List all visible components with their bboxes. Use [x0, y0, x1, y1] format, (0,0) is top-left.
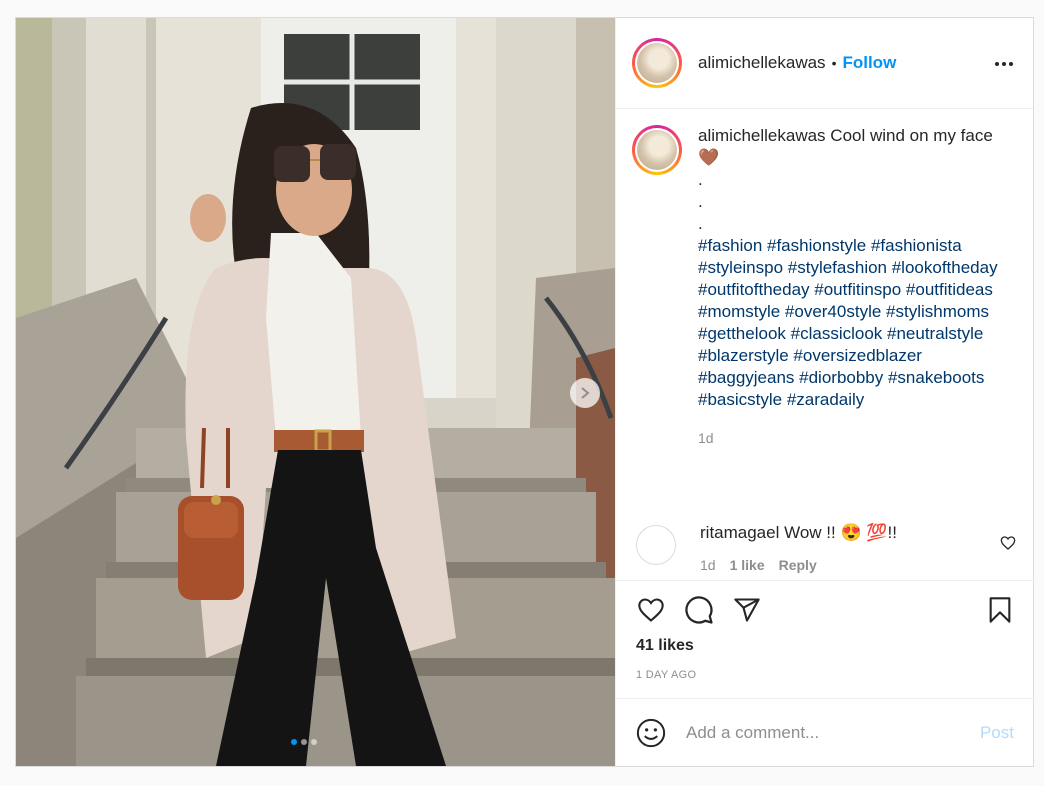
- like-button[interactable]: [636, 596, 666, 624]
- caption: alimichellekawas Cool wind on my face🤎 .…: [632, 125, 1017, 449]
- comment-time[interactable]: 1d: [700, 557, 716, 573]
- action-bar: 41 likes 1 DAY AGO: [616, 580, 1034, 698]
- caption-dot: .: [698, 192, 703, 211]
- comment-input[interactable]: [686, 722, 966, 743]
- bookmark-icon: [989, 597, 1011, 623]
- heart-icon[interactable]: [1000, 535, 1016, 551]
- likes-count[interactable]: 41 likes: [636, 637, 1014, 655]
- add-comment-bar: Post: [616, 698, 1034, 766]
- caption-time[interactable]: 1d: [698, 427, 1008, 449]
- more-icon[interactable]: [995, 62, 1013, 66]
- reply-button[interactable]: Reply: [779, 557, 817, 573]
- comment-username[interactable]: ritamagael: [700, 523, 779, 542]
- carousel-next-button[interactable]: [570, 378, 600, 408]
- follow-button[interactable]: Follow: [842, 53, 896, 73]
- save-button[interactable]: [986, 595, 1014, 625]
- header-username[interactable]: alimichellekawas: [698, 53, 826, 73]
- caption-username[interactable]: alimichellekawas: [698, 126, 826, 145]
- caption-dot: .: [698, 170, 703, 189]
- post-card: alimichellekawas • Follow alimichellekaw…: [15, 17, 1034, 767]
- photo-scene: [16, 18, 615, 766]
- post-header: alimichellekawas • Follow: [616, 18, 1033, 109]
- comments-section: alimichellekawas Cool wind on my face🤎 .…: [616, 109, 1033, 579]
- caption-text-block: alimichellekawas Cool wind on my face🤎 .…: [698, 125, 1008, 449]
- avatar[interactable]: [632, 38, 682, 88]
- comment-item: ritamagael Wow !! 😍 💯!! 1d 1 like Reply: [636, 521, 1016, 573]
- separator-dot: •: [831, 55, 837, 71]
- carousel-dot: [291, 739, 297, 745]
- chevron-right-icon: [581, 387, 590, 399]
- smile-icon: [636, 718, 666, 747]
- carousel-dot: [311, 739, 317, 745]
- share-button[interactable]: [732, 596, 762, 624]
- caption-hashtags[interactable]: #fashion #fashionstyle #fashionista #sty…: [698, 235, 1008, 411]
- comment-likes[interactable]: 1 like: [730, 557, 765, 573]
- heart-icon: [638, 598, 664, 622]
- caption-dot: .: [698, 214, 703, 233]
- comment-icon: [685, 596, 713, 624]
- comment-avatar[interactable]: [636, 525, 676, 565]
- carousel-dot: [301, 739, 307, 745]
- share-icon: [734, 598, 760, 622]
- comment-text: Wow !! 😍 💯!!: [779, 523, 897, 542]
- emoji-button[interactable]: [636, 718, 666, 748]
- post-details-panel: alimichellekawas • Follow alimichellekaw…: [615, 18, 1034, 766]
- comment-button[interactable]: [684, 595, 714, 625]
- post-date[interactable]: 1 DAY AGO: [636, 669, 1014, 681]
- post-comment-button[interactable]: Post: [980, 723, 1014, 743]
- carousel-indicator: [291, 739, 317, 745]
- post-photo[interactable]: [16, 18, 615, 766]
- caption-avatar[interactable]: [632, 125, 682, 175]
